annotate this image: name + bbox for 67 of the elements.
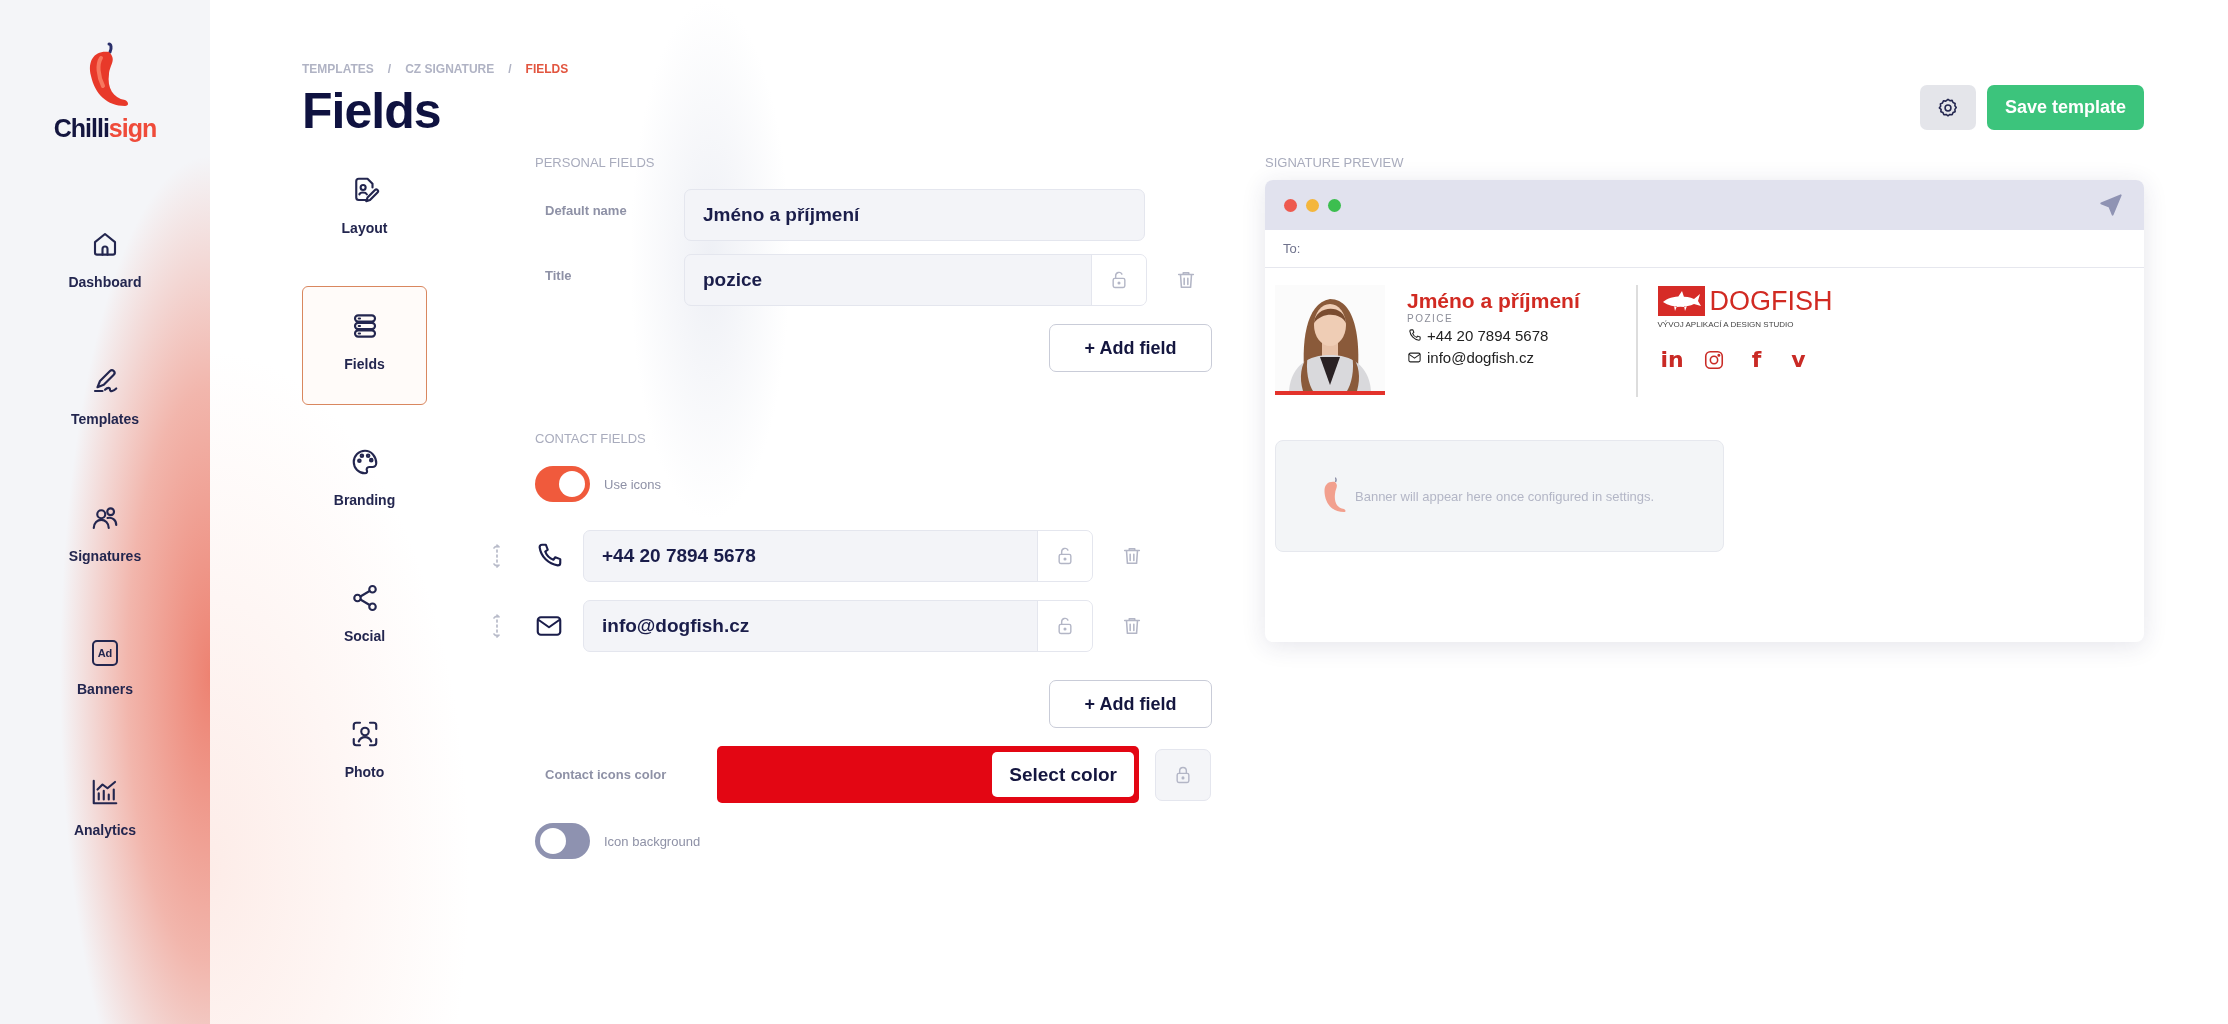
signature-phone: +44 20 7894 5678: [1427, 326, 1549, 344]
maximize-dot: [1328, 198, 1341, 212]
camera-icon: [1702, 349, 1725, 371]
phone-icon: [1407, 327, 1422, 343]
banner-hint: Banner will appear here once configured in settings.: [1355, 488, 1655, 504]
social-link[interactable]: f: [1746, 349, 1767, 371]
minimize-dot: [1306, 198, 1319, 212]
field-label: Contact icons color: [544, 767, 668, 782]
lock-button[interactable]: [1037, 601, 1092, 651]
lock-button[interactable]: [1155, 748, 1211, 801]
unlocked-padlock-icon: [1055, 616, 1075, 636]
field-label: Default name: [544, 202, 628, 218]
add-field-button[interactable]: + Add field: [1049, 324, 1212, 372]
breadcrumb-link[interactable]: FIELDS: [525, 62, 569, 78]
toggle-switch[interactable]: [535, 466, 590, 502]
send-icon: [2098, 192, 2124, 218]
chart-icon: [90, 777, 120, 807]
unlocked-padlock-icon: [1109, 270, 1129, 290]
nav-item[interactable]: Signatures: [68, 485, 142, 622]
subnav-tab[interactable]: Photo: [302, 694, 427, 813]
company-name: DOGFISH: [1709, 285, 1833, 317]
subnav-tab[interactable]: Branding: [302, 422, 427, 541]
toggle-switch[interactable]: [535, 823, 590, 859]
subnav-tab[interactable]: Layout: [302, 150, 427, 269]
text-field[interactable]: pozice: [684, 254, 1147, 306]
section-heading: PERSONAL FIELDS: [535, 156, 656, 170]
field-label: Title: [544, 267, 573, 283]
signature-email: info@dogfish.cz: [1427, 348, 1534, 366]
settings-button[interactable]: [1919, 85, 1976, 130]
color-swatch[interactable]: Select color: [717, 746, 1139, 803]
lock-button[interactable]: [1037, 531, 1092, 581]
to-label: To:: [1283, 241, 1301, 256]
close-dot: [1284, 198, 1297, 212]
ad-icon: Ad: [92, 640, 118, 666]
mail-icon: [1407, 349, 1422, 365]
lock-button[interactable]: [1091, 255, 1146, 305]
settings-icon: [1936, 96, 1959, 119]
breadcrumb-separator: /: [508, 62, 512, 78]
company-tagline: VÝVOJ APLIKACÍ A DESIGN STUDIO: [1657, 320, 1795, 329]
text-field[interactable]: info@dogfish.cz: [583, 600, 1093, 652]
logo-text: Chillisign: [53, 114, 157, 143]
toggle-label: Use icons: [604, 476, 662, 492]
trash-icon: [1175, 269, 1197, 291]
social-link[interactable]: v: [1788, 349, 1809, 371]
page-title: Fields: [302, 82, 442, 140]
signature-title: POZICE: [1407, 313, 1455, 324]
trash-icon: [1121, 545, 1143, 567]
text-field[interactable]: Jméno a příjmení: [684, 189, 1145, 241]
breadcrumb-separator: /: [387, 62, 392, 78]
nav-item[interactable]: Analytics: [68, 759, 142, 896]
subnav-tab[interactable]: Social: [302, 558, 427, 677]
nav-item[interactable]: Ad Banners: [68, 622, 142, 759]
social-link[interactable]: in: [1660, 349, 1681, 371]
section-heading: SIGNATURE PREVIEW: [1265, 156, 1405, 170]
text-field[interactable]: +44 20 7894 5678: [583, 530, 1093, 582]
nav-item[interactable]: Templates: [68, 348, 142, 485]
signature-name: Jméno a příjmení: [1407, 289, 1582, 313]
trash-icon: [1121, 615, 1143, 637]
select-color-button[interactable]: Select color: [992, 752, 1134, 797]
unlocked-padlock-icon: [1055, 546, 1075, 566]
toggle-label: Icon background: [604, 833, 701, 849]
nav-item[interactable]: Dashboard: [68, 211, 142, 348]
section-heading: CONTACT FIELDS: [535, 432, 647, 446]
shark-logo-icon: [1657, 286, 1705, 316]
add-field-button[interactable]: + Add field: [1049, 680, 1212, 728]
subnav-tab[interactable]: Fields: [302, 286, 427, 405]
padlock-icon: [1173, 764, 1193, 785]
